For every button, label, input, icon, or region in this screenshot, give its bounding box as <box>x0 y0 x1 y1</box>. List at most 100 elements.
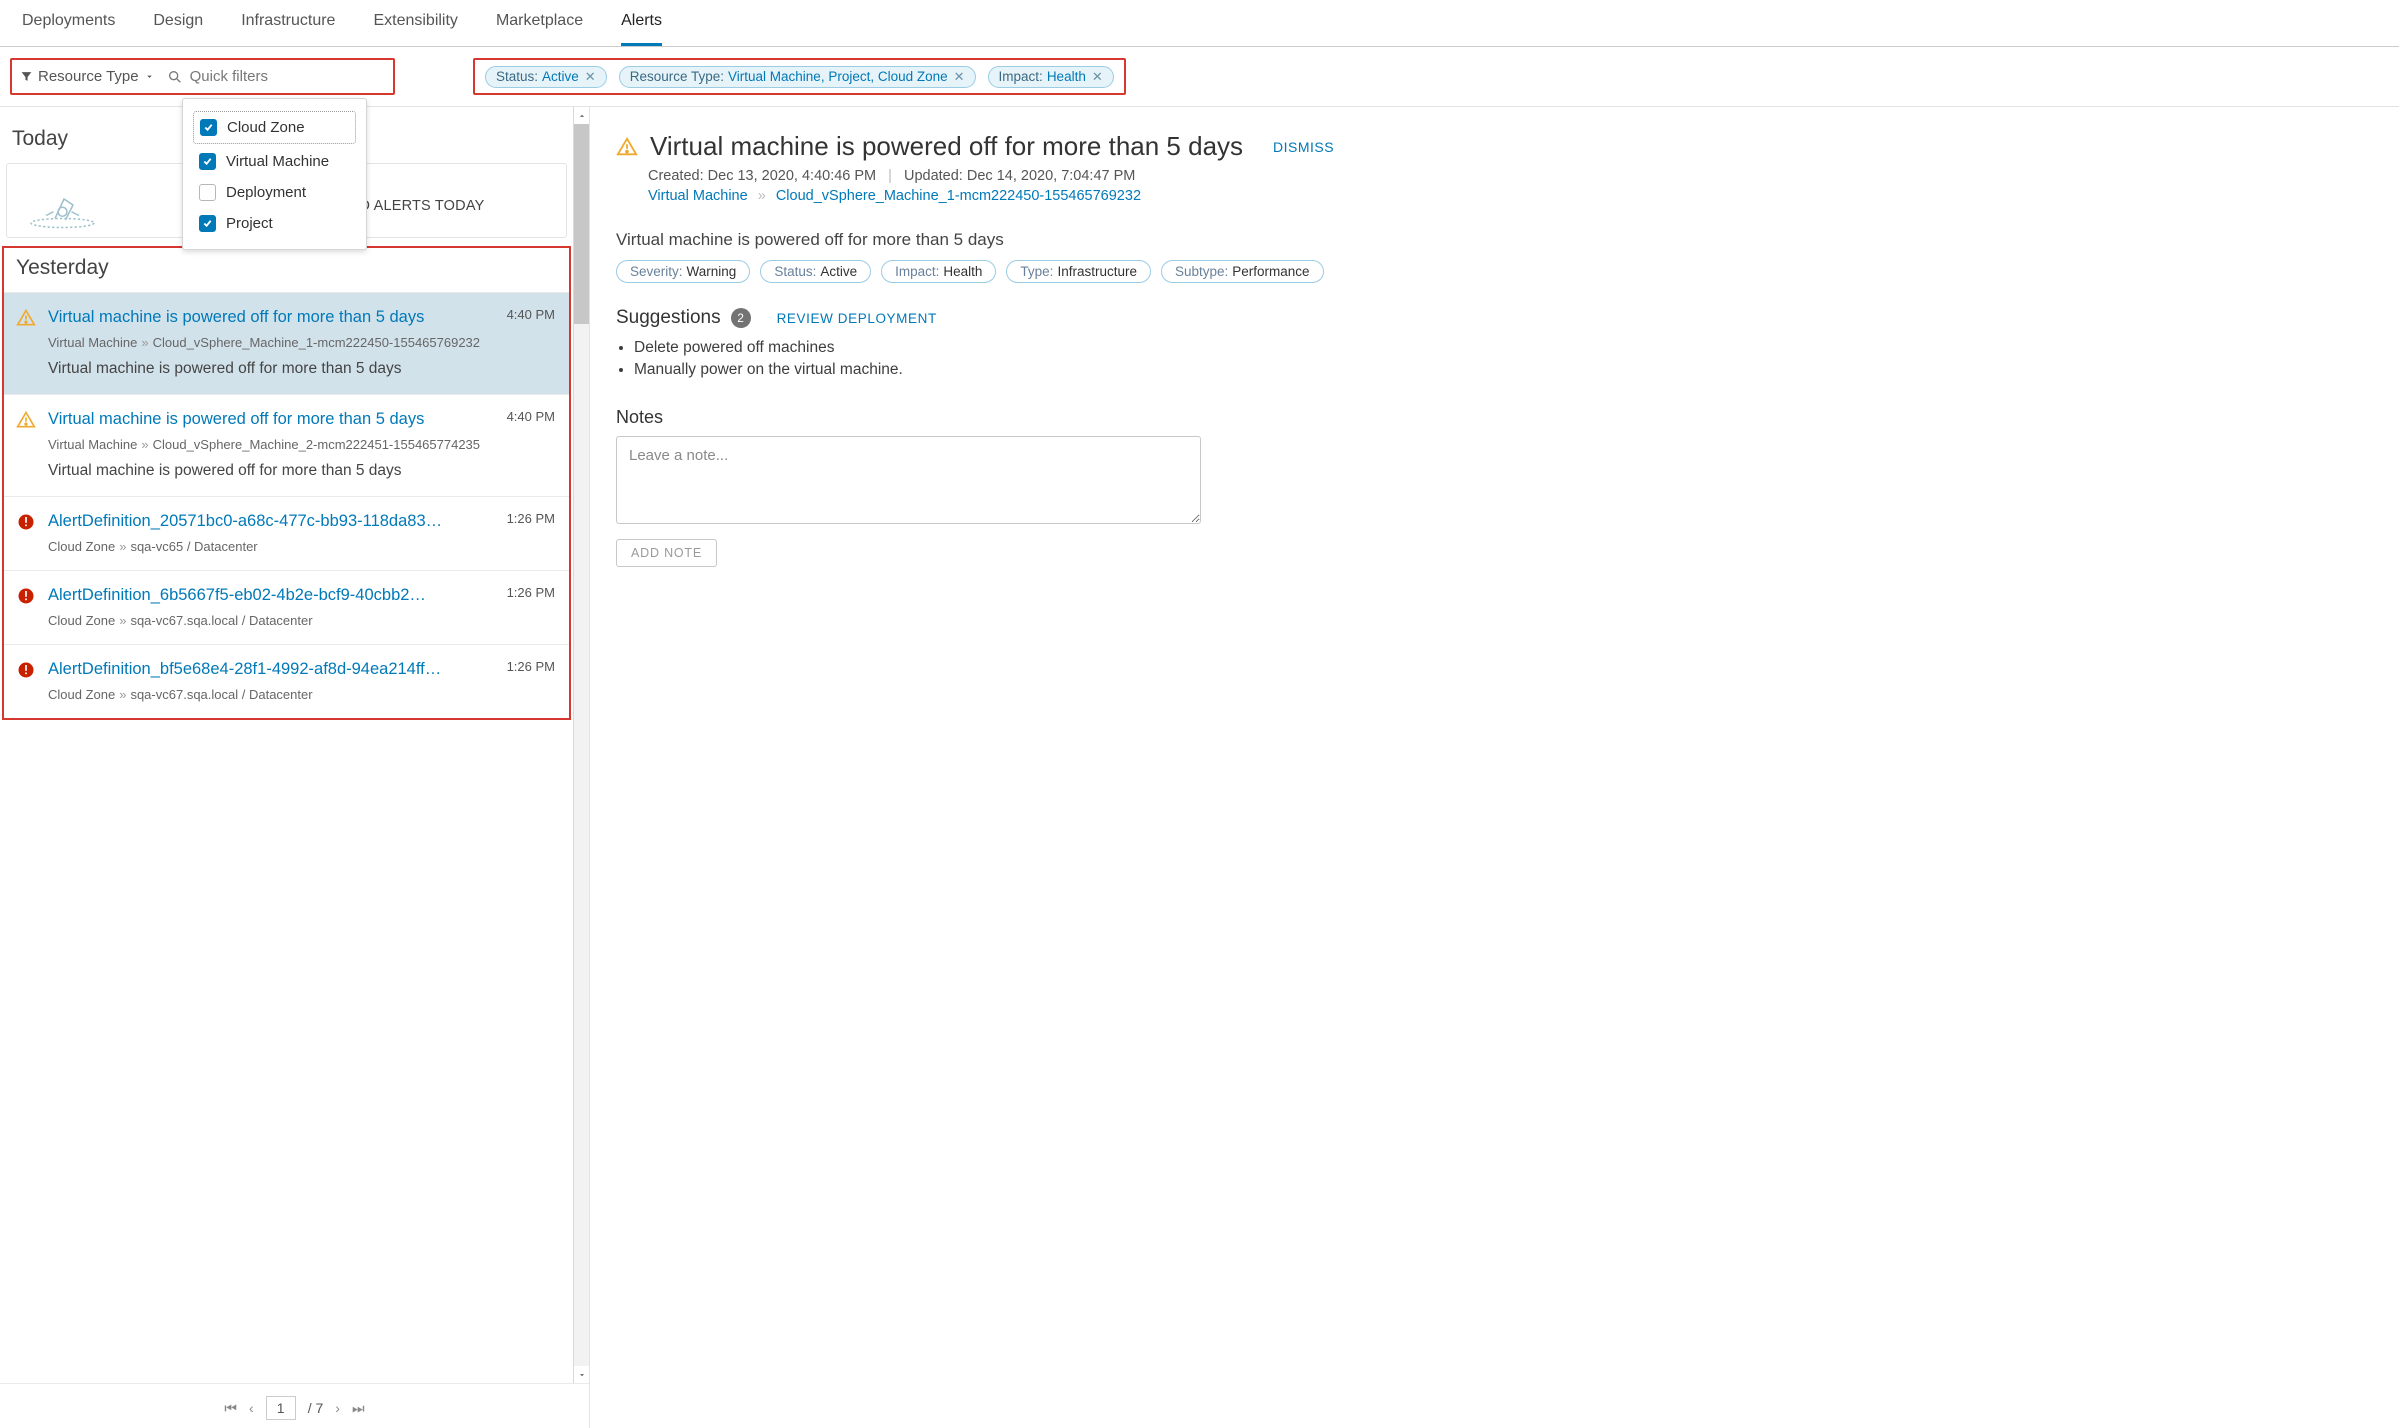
detail-breadcrumb: Virtual Machine » Cloud_vSphere_Machine_… <box>648 188 2375 204</box>
scroll-track[interactable] <box>574 124 589 1366</box>
active-filter-chips: Status: Active ✕ Resource Type: Virtual … <box>473 58 1126 95</box>
empty-illustration-icon <box>25 178 100 233</box>
scroll-down-icon[interactable] <box>574 1366 589 1383</box>
chevron-right-icon: » <box>141 335 148 350</box>
close-icon[interactable]: ✕ <box>954 69 965 85</box>
suggestions-count-badge: 2 <box>731 308 751 328</box>
chip-key: Impact: <box>999 69 1043 84</box>
chevron-right-icon: » <box>119 687 126 702</box>
chevron-right-icon: » <box>119 539 126 554</box>
alert-item[interactable]: AlertDefinition_6b5667f5-eb02-4b2e-bcf9-… <box>4 570 569 644</box>
pager-first-icon[interactable]: ⏮ <box>224 1400 237 1417</box>
suggestion-item: Delete powered off machines <box>634 339 2375 357</box>
critical-icon <box>16 511 38 535</box>
breadcrumb-name-link[interactable]: Cloud_vSphere_Machine_1-mcm222450-155465… <box>776 188 1141 204</box>
tab-design[interactable]: Design <box>153 10 203 46</box>
chip-impact[interactable]: Impact: Health ✕ <box>988 66 1114 88</box>
tab-deployments[interactable]: Deployments <box>22 10 115 46</box>
suggestions-header: Suggestions 2 REVIEW DEPLOYMENT <box>616 307 2375 329</box>
pager-page-input[interactable]: 1 <box>266 1396 296 1420</box>
pill-severity: Severity:Warning <box>616 260 750 283</box>
updated-label: Updated: <box>904 168 963 184</box>
suggestions-list: Delete powered off machines Manually powe… <box>634 339 2375 379</box>
quick-filters-input[interactable]: Quick filters <box>167 68 268 85</box>
chip-key: Status: <box>496 69 538 84</box>
alert-item[interactable]: Virtual machine is powered off for more … <box>4 394 569 496</box>
tab-extensibility[interactable]: Extensibility <box>373 10 457 46</box>
left-scrollbar[interactable] <box>573 107 589 1383</box>
alert-title: AlertDefinition_6b5667f5-eb02-4b2e-bcf9-… <box>48 585 426 606</box>
filter-icon <box>20 70 33 83</box>
warning-icon <box>616 136 638 158</box>
alert-time: 1:26 PM <box>507 511 555 526</box>
quick-filters-placeholder: Quick filters <box>190 68 268 85</box>
tab-alerts[interactable]: Alerts <box>621 10 662 46</box>
alert-breadcrumb: Virtual Machine»Cloud_vSphere_Machine_2-… <box>48 437 555 452</box>
alert-item[interactable]: AlertDefinition_20571bc0-a68c-477c-bb93-… <box>4 496 569 570</box>
dismiss-button[interactable]: DISMISS <box>1273 139 1334 155</box>
checkbox-icon[interactable] <box>199 184 216 201</box>
warning-icon <box>16 307 38 331</box>
add-note-button[interactable]: ADD NOTE <box>616 539 717 567</box>
chip-value: Virtual Machine, Project, Cloud Zone <box>728 69 948 84</box>
breadcrumb-type-link[interactable]: Virtual Machine <box>648 188 748 204</box>
dropdown-item-label: Virtual Machine <box>226 153 329 170</box>
pager-last-icon[interactable]: ⏭ <box>352 1400 365 1417</box>
pill-type: Type:Infrastructure <box>1006 260 1151 283</box>
suggestion-item: Manually power on the virtual machine. <box>634 361 2375 379</box>
scroll-up-icon[interactable] <box>574 107 589 124</box>
chip-resource-type[interactable]: Resource Type: Virtual Machine, Project,… <box>619 66 976 88</box>
close-icon[interactable]: ✕ <box>585 69 596 85</box>
dropdown-item-project[interactable]: Project <box>193 208 356 239</box>
detail-header: Virtual machine is powered off for more … <box>616 131 2375 162</box>
close-icon[interactable]: ✕ <box>1092 69 1103 85</box>
pill-impact: Impact:Health <box>881 260 996 283</box>
chevron-right-icon: » <box>141 437 148 452</box>
alert-time: 1:26 PM <box>507 585 555 600</box>
checkbox-icon[interactable] <box>200 119 217 136</box>
alert-title: AlertDefinition_bf5e68e4-28f1-4992-af8d-… <box>48 659 441 680</box>
alert-time: 4:40 PM <box>507 409 555 424</box>
alert-item[interactable]: Virtual machine is powered off for more … <box>4 292 569 394</box>
dropdown-item-label: Deployment <box>226 184 306 201</box>
dropdown-item-label: Cloud Zone <box>227 119 305 136</box>
section-header-yesterday: Yesterday <box>4 246 569 292</box>
pager-prev-icon[interactable]: ‹ <box>249 1400 254 1416</box>
chevron-right-icon: » <box>758 188 766 204</box>
yesterday-group: Yesterday Virtual machine is powered off… <box>2 246 571 720</box>
updated-value: Dec 14, 2020, 7:04:47 PM <box>967 168 1135 184</box>
pager-next-icon[interactable]: › <box>335 1400 340 1416</box>
notes-textarea[interactable] <box>616 436 1201 524</box>
today-empty-text: NO ALERTS TODAY <box>348 198 485 214</box>
review-deployment-button[interactable]: REVIEW DEPLOYMENT <box>777 311 937 326</box>
resource-type-dropdown-button[interactable]: Resource Type <box>20 68 155 85</box>
dropdown-item-cloud-zone[interactable]: Cloud Zone <box>193 111 356 144</box>
alert-title: Virtual machine is powered off for more … <box>48 307 424 328</box>
chip-status[interactable]: Status: Active ✕ <box>485 66 607 88</box>
dropdown-item-deployment[interactable]: Deployment <box>193 177 356 208</box>
filter-bar: Resource Type Quick filters Cloud Zone V… <box>0 47 2399 107</box>
chip-value: Active <box>542 69 579 84</box>
alert-breadcrumb: Cloud Zone»sqa-vc67.sqa.local / Datacent… <box>48 687 555 702</box>
alert-desc: Virtual machine is powered off for more … <box>48 360 555 378</box>
resource-type-label: Resource Type <box>38 68 139 85</box>
dropdown-item-virtual-machine[interactable]: Virtual Machine <box>193 146 356 177</box>
checkbox-icon[interactable] <box>199 153 216 170</box>
top-tabs: Deployments Design Infrastructure Extens… <box>0 0 2399 47</box>
critical-icon <box>16 585 38 609</box>
pill-status: Status:Active <box>760 260 871 283</box>
tab-marketplace[interactable]: Marketplace <box>496 10 583 46</box>
alert-item[interactable]: AlertDefinition_bf5e68e4-28f1-4992-af8d-… <box>4 644 569 718</box>
checkbox-icon[interactable] <box>199 215 216 232</box>
search-icon <box>167 69 183 85</box>
tab-infrastructure[interactable]: Infrastructure <box>241 10 335 46</box>
warning-icon <box>16 409 38 433</box>
detail-pills: Severity:Warning Status:Active Impact:He… <box>616 260 2375 283</box>
detail-timestamps: Created: Dec 13, 2020, 4:40:46 PM | Upda… <box>648 168 2375 184</box>
scroll-thumb[interactable] <box>574 124 589 324</box>
resource-type-dropdown[interactable]: Cloud Zone Virtual Machine Deployment Pr… <box>182 98 367 250</box>
alert-list: Virtual machine is powered off for more … <box>4 292 569 718</box>
chevron-right-icon: » <box>119 613 126 628</box>
alert-title: AlertDefinition_20571bc0-a68c-477c-bb93-… <box>48 511 442 532</box>
suggestions-label: Suggestions <box>616 307 721 329</box>
